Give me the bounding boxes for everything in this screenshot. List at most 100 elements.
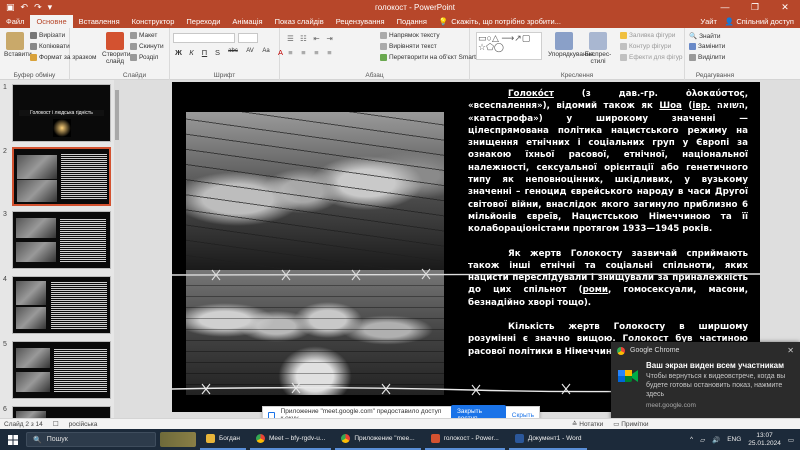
slide-thumbnail-2[interactable] [12, 147, 111, 206]
save-icon[interactable]: ▣ [6, 2, 15, 13]
layout-button[interactable]: Макет [130, 32, 157, 39]
find-button[interactable]: 🔍 Знайти [689, 32, 720, 41]
thumbnail-photo [16, 411, 46, 418]
share-button[interactable]: 👤 Спільний доступ [725, 17, 794, 26]
language-indicator[interactable]: російська [69, 421, 98, 428]
align-right-icon[interactable]: ≡ [312, 48, 321, 57]
format-painter-button[interactable]: Формат за зразком [30, 54, 96, 61]
bullets-icon[interactable]: ☰ [286, 34, 295, 43]
justify-icon[interactable]: ≡ [325, 48, 334, 57]
shadow-button[interactable]: S [213, 48, 222, 57]
tab-home[interactable]: Основне [30, 15, 73, 28]
slide-thumbnail-6[interactable] [12, 406, 111, 418]
italic-button[interactable]: К [187, 48, 196, 57]
clock[interactable]: 13:07 25.01.2024 [748, 432, 781, 448]
numbering-icon[interactable]: ☷ [299, 34, 308, 43]
close-button[interactable]: ✕ [770, 2, 800, 13]
slide-text-box[interactable]: Голоко́ст (з дав.-гр. ὁλοκαύστος, «всесп… [468, 88, 748, 370]
network-icon[interactable]: ▱ [700, 436, 705, 444]
notifications-icon[interactable]: ▭ [788, 436, 794, 444]
replace-button[interactable]: Замінити [689, 43, 725, 50]
tab-review[interactable]: Рецензування [330, 15, 391, 28]
bold-button[interactable]: Ж [174, 48, 183, 57]
taskbar-app-explorer[interactable]: Богдан [200, 429, 246, 450]
term-link[interactable]: Голоко́ст [508, 89, 554, 99]
chevron-up-icon[interactable]: ^ [690, 436, 693, 443]
change-case-button[interactable]: Aa [260, 48, 272, 57]
chrome-notification[interactable]: Google Chrome ✕ Ваш экран виден всем уча… [611, 342, 800, 421]
news-widget[interactable] [160, 432, 196, 447]
customize-qa-icon[interactable]: ▾ [48, 2, 53, 13]
shoah-link[interactable]: Шоа [659, 101, 682, 111]
thumbnail-number: 1 [3, 84, 7, 91]
slide-thumbnail-4[interactable] [12, 276, 111, 334]
font-family-select[interactable] [173, 33, 235, 43]
window-title: голокост - PowerPoint [375, 2, 455, 12]
comments-button[interactable]: ▭ Примітки [613, 420, 648, 428]
scrollbar-thumb[interactable] [115, 90, 119, 140]
taskbar-search[interactable]: 🔍 Пошук [26, 432, 156, 447]
tab-animations[interactable]: Анімація [226, 15, 268, 28]
select-button[interactable]: Виділити [689, 54, 725, 61]
tab-slideshow[interactable]: Показ слайдів [269, 15, 330, 28]
arrange-button[interactable]: Упорядкування [548, 32, 594, 58]
copy-button[interactable]: Копіювати [30, 43, 70, 50]
align-text-button[interactable]: Вирівняти текст [380, 43, 437, 50]
section-button[interactable]: Розділ [130, 54, 158, 61]
outdent-icon[interactable]: ⇥ [325, 34, 334, 43]
hebrew-link[interactable]: івр. [692, 101, 710, 111]
taskbar-app-powerpoint[interactable]: голокост - Power... [424, 429, 505, 450]
notes-button[interactable]: ≙ Нотатки [572, 420, 603, 428]
chrome-icon [341, 434, 351, 443]
undo-icon[interactable]: ↶ [21, 2, 29, 13]
paste-button[interactable]: Вставити [4, 32, 32, 58]
tab-insert[interactable]: Вставлення [73, 15, 126, 28]
new-slide-button[interactable]: Створити слайд [102, 32, 131, 65]
volume-icon[interactable]: 🔊 [712, 436, 720, 444]
smartart-button[interactable]: Перетворити на об'єкт SmartArt [380, 54, 484, 61]
align-center-icon[interactable]: ≡ [299, 48, 308, 57]
tell-me-search[interactable]: 💡 Скажіть, що потрібно зробити... [433, 15, 567, 28]
photo-children-behind-wire[interactable] [186, 270, 444, 395]
tab-file[interactable]: Файл [0, 15, 30, 28]
minimize-button[interactable]: — [710, 2, 740, 13]
shapes-gallery[interactable]: ▭○△ ⟶↗▢ ☆⬠◯ [476, 32, 542, 60]
strikethrough-button[interactable]: abc [226, 48, 240, 57]
tab-design[interactable]: Конструктор [126, 15, 181, 28]
cut-button[interactable]: Вирізати [30, 32, 65, 39]
shape-effects-button[interactable]: Ефекти для фігур [620, 54, 683, 61]
tab-transitions[interactable]: Переходи [180, 15, 226, 28]
layout-label: Макет [139, 32, 158, 39]
slide-thumbnail-1[interactable]: Голокост і людська гідність [12, 84, 111, 142]
restore-button[interactable]: ❐ [740, 2, 770, 13]
app-label: Богдан [219, 435, 240, 442]
outline-icon [620, 43, 627, 50]
text-direction-button[interactable]: Напрямок тексту [380, 32, 440, 39]
photo-prisoners-behind-wire[interactable] [186, 112, 444, 270]
slide-thumbnail-5[interactable] [12, 341, 111, 399]
quick-styles-button[interactable]: Експрес-стилі [582, 32, 614, 65]
slide-thumbnail-3[interactable] [12, 211, 111, 269]
shape-fill-button[interactable]: Заливка фігури [620, 32, 675, 39]
tab-view[interactable]: Подання [391, 15, 433, 28]
taskbar-app-word[interactable]: Документ1 - Word [508, 429, 588, 450]
shape-outline-button[interactable]: Контур фігури [620, 43, 671, 50]
spellcheck-icon[interactable]: ☐ [53, 420, 59, 428]
align-left-icon[interactable]: ≡ [286, 48, 295, 57]
font-size-select[interactable] [238, 33, 258, 43]
close-icon[interactable]: ✕ [787, 346, 794, 355]
taskbar-app-meet-popup[interactable]: Приложение "mee... [335, 429, 421, 450]
redo-icon[interactable]: ↷ [34, 2, 42, 13]
taskbar-app-meet[interactable]: Meet – bfy-rgdv-u... [249, 429, 332, 450]
text-span: השואה‎, «катастрофа») у широкому значенн… [468, 101, 748, 235]
status-bar: Слайд 2 з 14 ☐ російська ≙ Нотатки ▭ При… [0, 418, 800, 429]
start-button[interactable] [0, 429, 26, 450]
paragraph-victims: Як жертв Голокосту зазвичай сприймають т… [468, 248, 748, 309]
underline-button[interactable]: П [200, 48, 209, 57]
indent-icon[interactable]: ⇤ [312, 34, 321, 43]
roma-link[interactable]: роми [583, 285, 608, 295]
account-name[interactable]: Уайт [700, 17, 717, 26]
language-indicator[interactable]: ENG [727, 436, 741, 443]
reset-button[interactable]: Скинути [130, 43, 164, 50]
spacing-button[interactable]: AV [244, 48, 256, 57]
